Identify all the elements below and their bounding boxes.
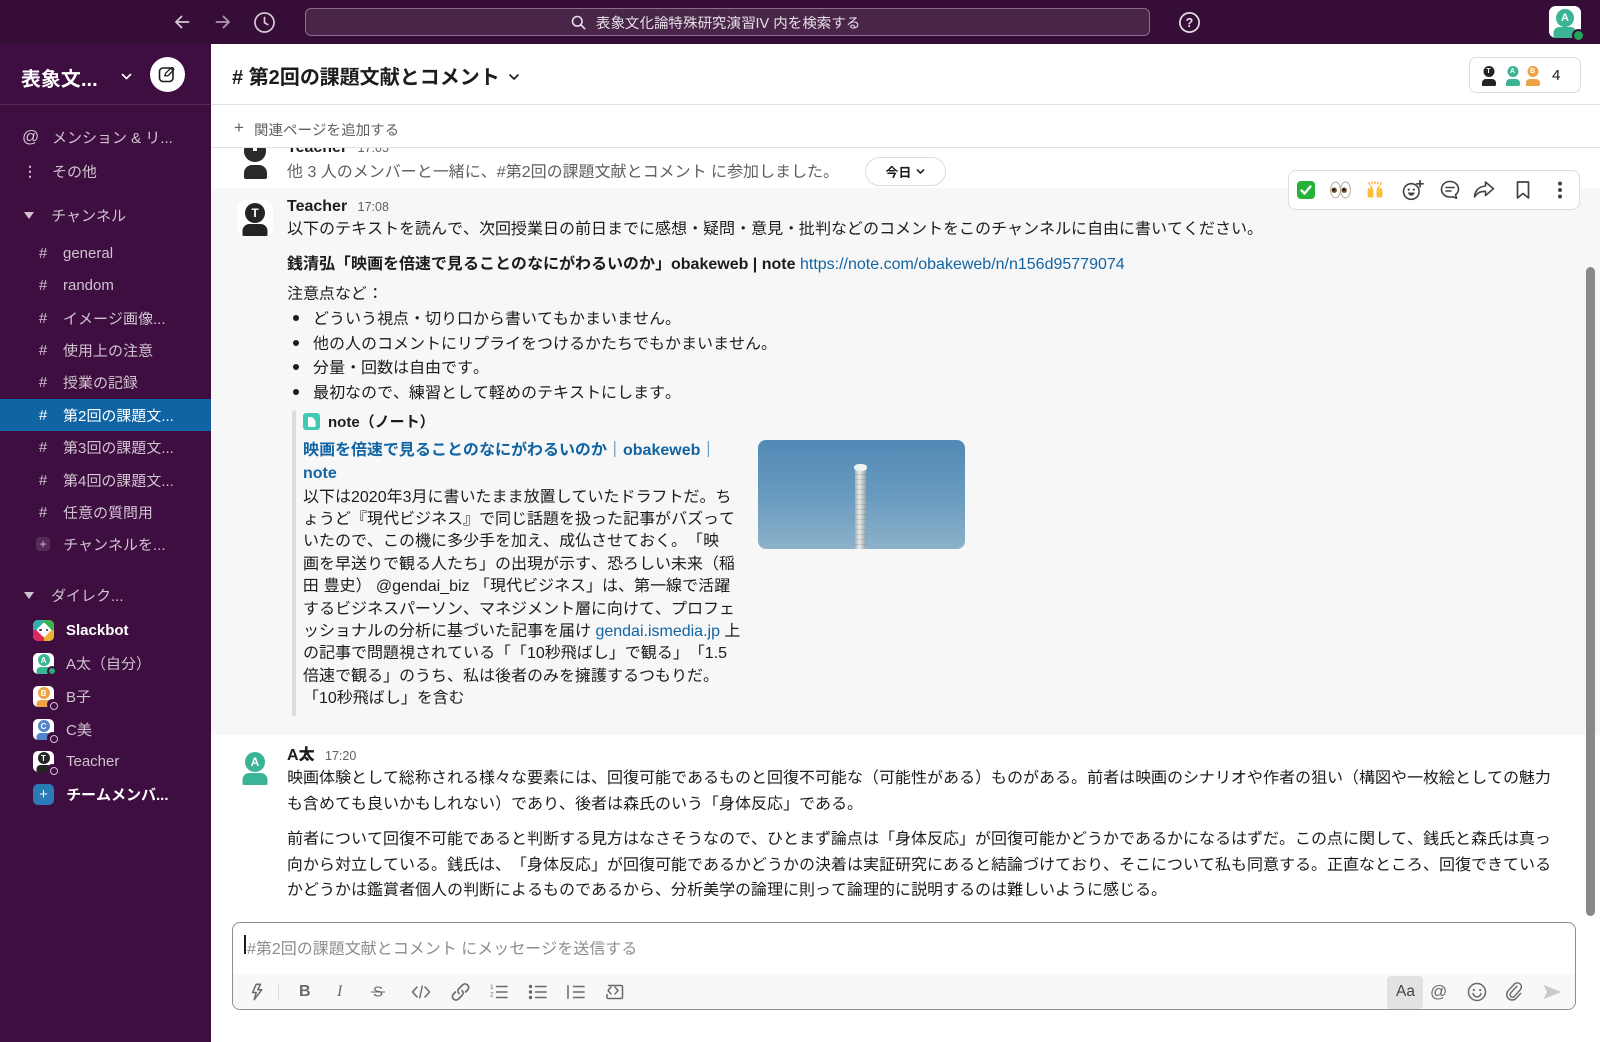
svg-text:?: ? xyxy=(1185,16,1193,30)
svg-text:2: 2 xyxy=(490,992,494,999)
svg-text:1: 1 xyxy=(490,984,494,991)
